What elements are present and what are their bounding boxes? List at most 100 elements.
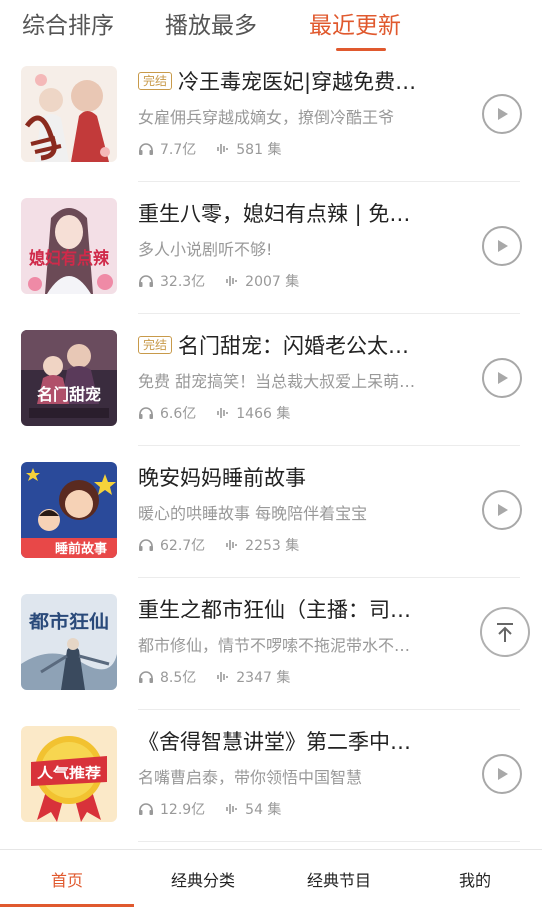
- program-description: 名嘴曹启泰，带你领悟中国智慧: [138, 768, 363, 787]
- title-row: 重生之都市狂仙（主播：司…: [138, 592, 450, 626]
- play-count: 7.7亿: [138, 139, 196, 159]
- list-item[interactable]: 完结 冷王毒宠医妃|穿越免费… 女雇佣兵穿越成嫡女，撩倒冷酷王爷 7.7亿 58…: [0, 50, 542, 182]
- play-button[interactable]: [482, 754, 522, 794]
- nav-classic-programs[interactable]: 经典节目: [272, 850, 406, 907]
- nav-home[interactable]: 首页: [0, 850, 134, 907]
- program-title: 重生之都市狂仙（主播：司…: [138, 598, 411, 622]
- headphones-icon: [139, 803, 153, 815]
- play-count-value: 8.5亿: [160, 670, 197, 686]
- play-button[interactable]: [482, 94, 522, 134]
- program-description: 免费 甜宠搞笑！当总裁大叔爱上呆萌…: [138, 372, 416, 391]
- nav-classic-categories[interactable]: 经典分类: [136, 850, 270, 907]
- program-title: 《舍得智慧讲堂》第二季中…: [138, 730, 411, 754]
- cover-text: 睡前故事: [55, 541, 107, 557]
- completed-badge: 完结: [138, 72, 173, 90]
- play-button[interactable]: [482, 490, 522, 530]
- play-icon: [498, 108, 508, 120]
- audio-wave-icon: [217, 408, 229, 418]
- play-count: 6.6亿: [138, 403, 196, 423]
- headphones-icon: [139, 407, 153, 419]
- cover-text: 媳妇有点辣: [29, 248, 110, 269]
- program-description: 暖心的哄睡故事 每晚陪伴着宝宝: [138, 504, 368, 523]
- cover-image: [21, 66, 117, 162]
- program-title: 名门甜宠：闪婚老公太…: [178, 334, 410, 358]
- cover-image: 都市狂仙: [21, 594, 117, 690]
- program-stats: 7.7亿 581 集: [138, 138, 301, 160]
- audio-wave-icon: [217, 672, 229, 682]
- play-button[interactable]: [482, 226, 522, 266]
- list-item[interactable]: 人气推荐 《舍得智慧讲堂》第二季中… 名嘴曹启泰，带你领悟中国智慧 12.9亿 …: [0, 710, 542, 842]
- back-to-top-button[interactable]: [480, 607, 530, 657]
- cover-text: 都市狂仙: [28, 611, 109, 633]
- program-stats: 12.9亿 54 集: [138, 798, 301, 820]
- list-item[interactable]: 都市狂仙 重生之都市狂仙（主播：司… 都市修仙，情节不啰嗦不拖泥带水不… 8.5…: [0, 578, 542, 710]
- bottom-navigation: 首页 经典分类 经典节目 我的: [0, 849, 542, 907]
- cover-image: 睡前故事: [21, 462, 117, 558]
- list-item[interactable]: 名门甜宠 完结 名门甜宠：闪婚老公太… 免费 甜宠搞笑！当总裁大叔爱上呆萌… 6…: [0, 314, 542, 446]
- list-item[interactable]: 媳妇有点辣 重生八零，媳妇有点辣 | 免… 多人小说剧听不够! 32.3亿 20…: [0, 182, 542, 314]
- nav-mine[interactable]: 我的: [408, 850, 542, 907]
- program-stats: 62.7亿 2253 集: [138, 534, 319, 556]
- cover-text: 人气推荐: [37, 765, 101, 782]
- title-row: 《舍得智慧讲堂》第二季中…: [138, 724, 450, 758]
- episode-count-value: 2253 集: [245, 538, 300, 554]
- headphones-icon: [139, 143, 153, 155]
- cover-image: 媳妇有点辣: [21, 198, 117, 294]
- episode-count: 1466 集: [216, 403, 290, 423]
- play-count: 32.3亿: [138, 271, 205, 291]
- tab-most-played[interactable]: 播放最多: [165, 10, 257, 42]
- play-count-value: 62.7亿: [160, 538, 206, 554]
- episode-count-value: 54 集: [245, 802, 282, 818]
- program-description: 女雇佣兵穿越成嫡女，撩倒冷酷王爷: [138, 108, 395, 127]
- play-count-value: 12.9亿: [160, 802, 206, 818]
- completed-badge: 完结: [138, 336, 173, 354]
- program-title: 晚安妈妈睡前故事: [138, 466, 306, 490]
- title-row: 晚安妈妈睡前故事: [138, 460, 450, 494]
- headphones-icon: [139, 671, 153, 683]
- item-divider: [138, 841, 520, 842]
- headphones-icon: [139, 539, 153, 551]
- audio-wave-icon: [226, 804, 237, 814]
- cover-image: 人气推荐: [21, 726, 117, 822]
- episode-count-value: 581 集: [236, 142, 282, 158]
- program-stats: 32.3亿 2007 集: [138, 270, 319, 292]
- headphones-icon: [139, 275, 153, 287]
- title-row: 完结 冷王毒宠医妃|穿越免费…: [138, 64, 450, 98]
- play-count: 8.5亿: [138, 667, 196, 687]
- list-item[interactable]: 睡前故事 晚安妈妈睡前故事 暖心的哄睡故事 每晚陪伴着宝宝 62.7亿 2253…: [0, 446, 542, 578]
- play-icon: [498, 240, 508, 252]
- play-icon: [498, 504, 508, 516]
- app-root: 综合排序 播放最多 最近更新 完结 冷王毒宠医妃|穿越免费… 女雇佣兵穿越成嫡女…: [0, 0, 542, 907]
- tab-overall-sort[interactable]: 综合排序: [22, 10, 114, 42]
- program-stats: 8.5亿 2347 集: [138, 666, 310, 688]
- episode-count: 2347 集: [216, 667, 290, 687]
- program-title: 重生八零，媳妇有点辣 | 免…: [138, 202, 411, 226]
- tab-recently-updated[interactable]: 最近更新: [309, 10, 401, 42]
- play-count-value: 7.7亿: [160, 142, 197, 158]
- episode-count-value: 2347 集: [236, 670, 291, 686]
- episode-count: 581 集: [216, 139, 281, 159]
- program-stats: 6.6亿 1466 集: [138, 402, 310, 424]
- audio-wave-icon: [226, 540, 237, 550]
- audio-wave-icon: [217, 144, 229, 154]
- title-row: 完结 名门甜宠：闪婚老公太…: [138, 328, 450, 362]
- play-icon: [498, 372, 508, 384]
- episode-count-value: 1466 集: [236, 406, 291, 422]
- episode-count: 2253 集: [225, 535, 299, 555]
- audio-wave-icon: [226, 276, 237, 286]
- play-count: 12.9亿: [138, 799, 205, 819]
- arrow-up-icon: [497, 623, 513, 642]
- episode-count: 54 集: [225, 799, 281, 819]
- program-description: 多人小说剧听不够!: [138, 240, 273, 259]
- play-count-value: 32.3亿: [160, 274, 206, 290]
- cover-image: 名门甜宠: [21, 330, 117, 426]
- play-count: 62.7亿: [138, 535, 205, 555]
- play-button[interactable]: [482, 358, 522, 398]
- play-count-value: 6.6亿: [160, 406, 197, 422]
- program-title: 冷王毒宠医妃|穿越免费…: [178, 70, 417, 94]
- episode-count: 2007 集: [225, 271, 299, 291]
- episode-count-value: 2007 集: [245, 274, 300, 290]
- program-description: 都市修仙，情节不啰嗦不拖泥带水不…: [138, 636, 411, 655]
- play-icon: [498, 768, 508, 780]
- title-row: 重生八零，媳妇有点辣 | 免…: [138, 196, 450, 230]
